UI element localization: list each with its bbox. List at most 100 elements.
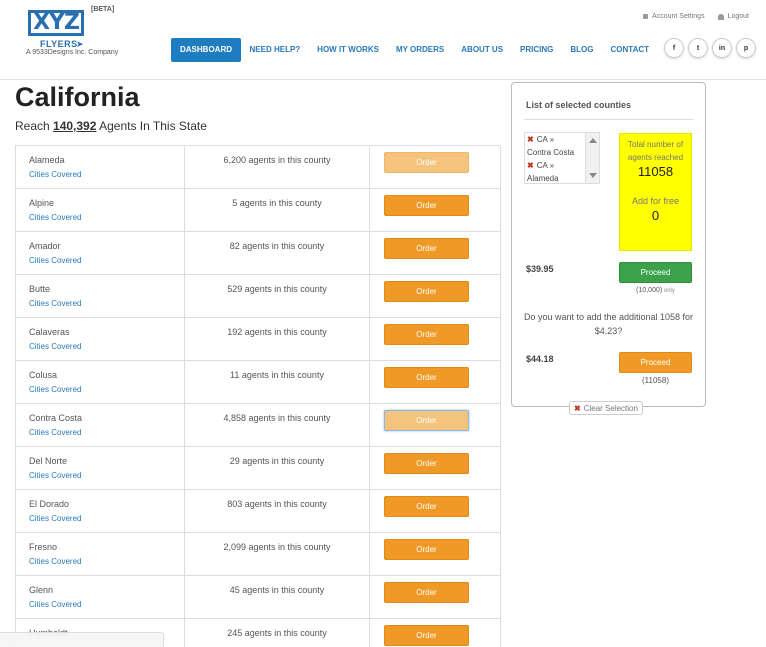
county-name-cell: Del Norte Cities Covered (16, 447, 185, 489)
cities-covered-link[interactable]: Cities Covered (29, 471, 81, 480)
agents-count: 529 agents in this county (227, 284, 327, 294)
agents-count: 245 agents in this county (227, 628, 327, 638)
county-name: Butte (29, 284, 51, 294)
pinterest-icon[interactable]: p (736, 38, 756, 58)
logo-flyers-text: FLYERS (40, 39, 78, 49)
agents-count: 5 agents in this county (232, 198, 322, 208)
nav-contact[interactable]: CONTACT (602, 38, 658, 62)
county-name: Calaveras (29, 327, 70, 337)
order-button[interactable]: Order (384, 496, 469, 517)
account-settings-link[interactable]: Account Settings (643, 13, 705, 20)
agents-count: 2,099 agents in this county (223, 542, 331, 552)
nav-about-us[interactable]: ABOUT US (453, 38, 512, 62)
county-name-cell: Alpine Cities Covered (16, 189, 185, 231)
user-icon (717, 13, 724, 20)
site-logo[interactable]: XYZ [BETA] FLYERS ➤ A 9533Designs Inc. C… (26, 6, 146, 60)
nav-how-it-works[interactable]: HOW IT WORKS (309, 38, 388, 62)
lock-icon (643, 14, 649, 19)
selected-counties-panel: List of selected counties ✖ CA » Contra C… (511, 82, 706, 415)
proceed-base-note: (10,000) only (619, 287, 692, 294)
county-name: Alpine (29, 198, 55, 208)
agents-cell: 11 agents in this county (185, 361, 370, 403)
nav-blog[interactable]: BLOG (562, 38, 602, 62)
county-row: Contra Costa Cities Covered 4,858 agents i… (15, 404, 501, 447)
county-name-cell: Butte Cities Covered (16, 275, 185, 317)
order-button[interactable]: Order (384, 625, 469, 646)
order-button[interactable]: Order (384, 453, 469, 474)
logout-link[interactable]: Logout (717, 13, 749, 20)
linkedin-icon[interactable]: in (712, 38, 732, 58)
cities-covered-link[interactable]: Cities Covered (29, 514, 81, 523)
county-name: Alameda (29, 155, 65, 165)
county-name: Contra Costa (29, 413, 83, 423)
account-settings-label: Account Settings (652, 13, 705, 20)
agents-cell: 245 agents in this county (185, 619, 370, 647)
reach-prefix: Reach (15, 119, 54, 133)
proceed-button-full[interactable]: Proceed (619, 352, 692, 373)
county-name: Colusa (29, 370, 58, 380)
scroll-down-icon[interactable] (589, 173, 597, 178)
page-title: California (15, 82, 140, 112)
county-row: Calaveras Cities Covered 192 agents in thi… (15, 318, 501, 361)
county-table: Alameda Cities Covered 6,200 agents in thi… (15, 145, 501, 647)
nav-dashboard[interactable]: DASHBOARD (171, 38, 241, 62)
county-row: Fresno Cities Covered 2,099 agents in this… (15, 533, 501, 576)
reach-summary: Reach 140,392 Agents In This State (15, 119, 207, 133)
logo-text: XYZ (33, 10, 80, 35)
remove-icon[interactable]: ✖ (527, 135, 534, 144)
cities-covered-link[interactable]: Cities Covered (29, 557, 81, 566)
order-button[interactable]: Order (384, 539, 469, 560)
nav-need-help[interactable]: NEED HELP? (241, 38, 309, 62)
order-button[interactable]: Order (384, 152, 469, 173)
county-name: Del Norte (29, 456, 68, 466)
agents-cell: 5 agents in this county (185, 189, 370, 231)
agents-count: 803 agents in this county (227, 499, 327, 509)
scroll-up-icon[interactable] (589, 138, 597, 143)
agents-count: 45 agents in this county (229, 585, 325, 595)
order-button[interactable]: Order (384, 281, 469, 302)
twitter-icon[interactable]: t (688, 38, 708, 58)
agents-count: 192 agents in this county (227, 327, 327, 337)
agents-count: 29 agents in this county (229, 456, 325, 466)
agents-cell: 803 agents in this county (185, 490, 370, 532)
logout-label: Logout (727, 13, 749, 20)
order-button[interactable]: Order (384, 324, 469, 345)
cities-covered-link[interactable]: Cities Covered (29, 428, 81, 437)
facebook-icon[interactable]: f (664, 38, 684, 58)
agents-cell: 29 agents in this county (185, 447, 370, 489)
order-button[interactable]: Order (384, 410, 469, 431)
remove-icon[interactable]: ✖ (527, 161, 534, 170)
total-agents-label: Total number of agents reached (627, 140, 684, 162)
agents-cell: 192 agents in this county (185, 318, 370, 360)
order-button[interactable]: Order (384, 367, 469, 388)
cities-covered-link[interactable]: Cities Covered (29, 256, 81, 265)
county-row: El Dorado Cities Covered 803 agents in thi… (15, 490, 501, 533)
cities-covered-link[interactable]: Cities Covered (29, 213, 81, 222)
order-button[interactable]: Order (384, 195, 469, 216)
proceed-button-base[interactable]: Proceed (619, 262, 692, 283)
cities-covered-link[interactable]: Cities Covered (29, 170, 81, 179)
county-name-cell: Calaveras Cities Covered (16, 318, 185, 360)
logo-box: XYZ (28, 10, 84, 36)
list-scrollbar[interactable] (585, 133, 599, 183)
order-button[interactable]: Order (384, 238, 469, 259)
order-button[interactable]: Order (384, 582, 469, 603)
selected-counties-list[interactable]: ✖ CA » Contra Costa ✖ CA » Alameda (524, 132, 600, 184)
agents-cell: 6,200 agents in this county (185, 146, 370, 188)
main-nav: DASHBOARD NEED HELP? HOW IT WORKS MY ORD… (171, 38, 658, 62)
cities-covered-link[interactable]: Cities Covered (29, 385, 81, 394)
county-name: Amador (29, 241, 61, 251)
agents-cell: 2,099 agents in this county (185, 533, 370, 575)
nav-my-orders[interactable]: MY ORDERS (387, 38, 452, 62)
clear-selection-button[interactable]: ✖ Clear Selection (569, 401, 643, 415)
cities-covered-link[interactable]: Cities Covered (29, 600, 81, 609)
logo-company-text: A 9533Designs Inc. Company (26, 49, 119, 56)
cities-covered-link[interactable]: Cities Covered (29, 299, 81, 308)
totals-box: Total number of agents reached 11058 Add… (619, 133, 692, 251)
county-row: Del Norte Cities Covered 29 agents in this… (15, 447, 501, 490)
county-name-cell: Contra Costa Cities Covered (16, 404, 185, 446)
nav-pricing[interactable]: PRICING (512, 38, 562, 62)
cities-covered-link[interactable]: Cities Covered (29, 342, 81, 351)
county-name-cell: Alameda Cities Covered (16, 146, 185, 188)
proceed-base-only: only (662, 288, 675, 294)
